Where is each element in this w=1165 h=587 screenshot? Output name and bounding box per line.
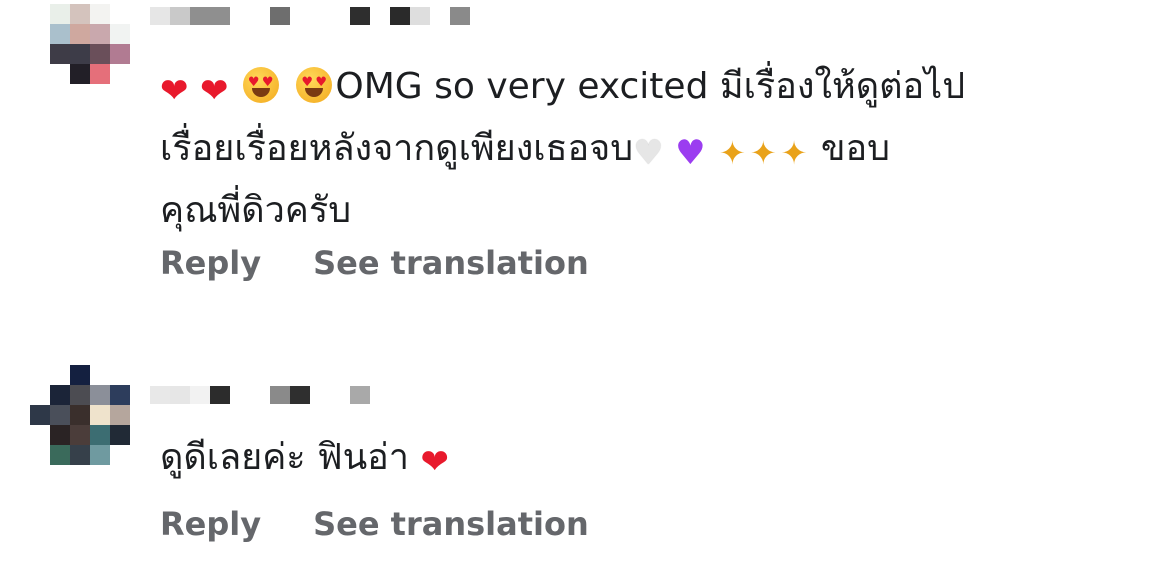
red-heart-icon: ❤ [420,442,449,482]
comment-actions: Reply See translation [160,244,589,282]
reply-button[interactable]: Reply [160,505,261,543]
white-heart-icon: ♥ [633,133,664,173]
party-popper-icon: ✦ [719,134,746,172]
comment-1: ❤ ❤ ♥ ♥ ♥ ♥ OMG so very excited มีเรื่องให้… [0,0,1165,300]
comment-actions: Reply See translation [160,505,589,543]
comment-text-part3: ขอบ [820,128,890,169]
comment-2: ดูดีเลยค่ะ ฟินอ่า ❤ Reply See translatio… [0,360,1165,587]
avatar[interactable] [30,4,130,104]
party-popper-icon: ✦ [780,134,808,172]
avatar[interactable] [30,365,130,465]
comment-text: ดูดีเลยค่ะ ฟินอ่า ❤ [160,429,1120,491]
see-translation-button[interactable]: See translation [313,505,589,543]
comment-text-part2: เรื่อยเรื่อยหลังจากดูเพียงเธอจบ [160,128,634,169]
party-popper-icon: ✦ [749,134,777,172]
red-heart-icon: ❤ [160,71,189,111]
heart-eyes-face-icon: ♥ ♥ [296,67,333,103]
comment-text-part4: คุณพี่ดิวครับ [160,190,352,231]
see-translation-button[interactable]: See translation [313,244,589,282]
comment-text-part1: OMG so very excited มีเรื่องให้ดูต่อไป [335,66,966,107]
reply-button[interactable]: Reply [160,244,261,282]
red-heart-icon: ❤ [199,71,229,111]
commenter-name-redacted[interactable] [150,6,470,26]
heart-eyes-face-icon: ♥ ♥ [242,67,279,103]
commenter-name-redacted[interactable] [150,385,370,405]
comment-text-part1: ดูดีเลยค่ะ ฟินอ่า [160,437,410,478]
purple-heart-icon: ♥ [675,133,706,173]
comment-text: ❤ ❤ ♥ ♥ ♥ ♥ OMG so very excited มีเรื่องให้… [160,58,1120,239]
